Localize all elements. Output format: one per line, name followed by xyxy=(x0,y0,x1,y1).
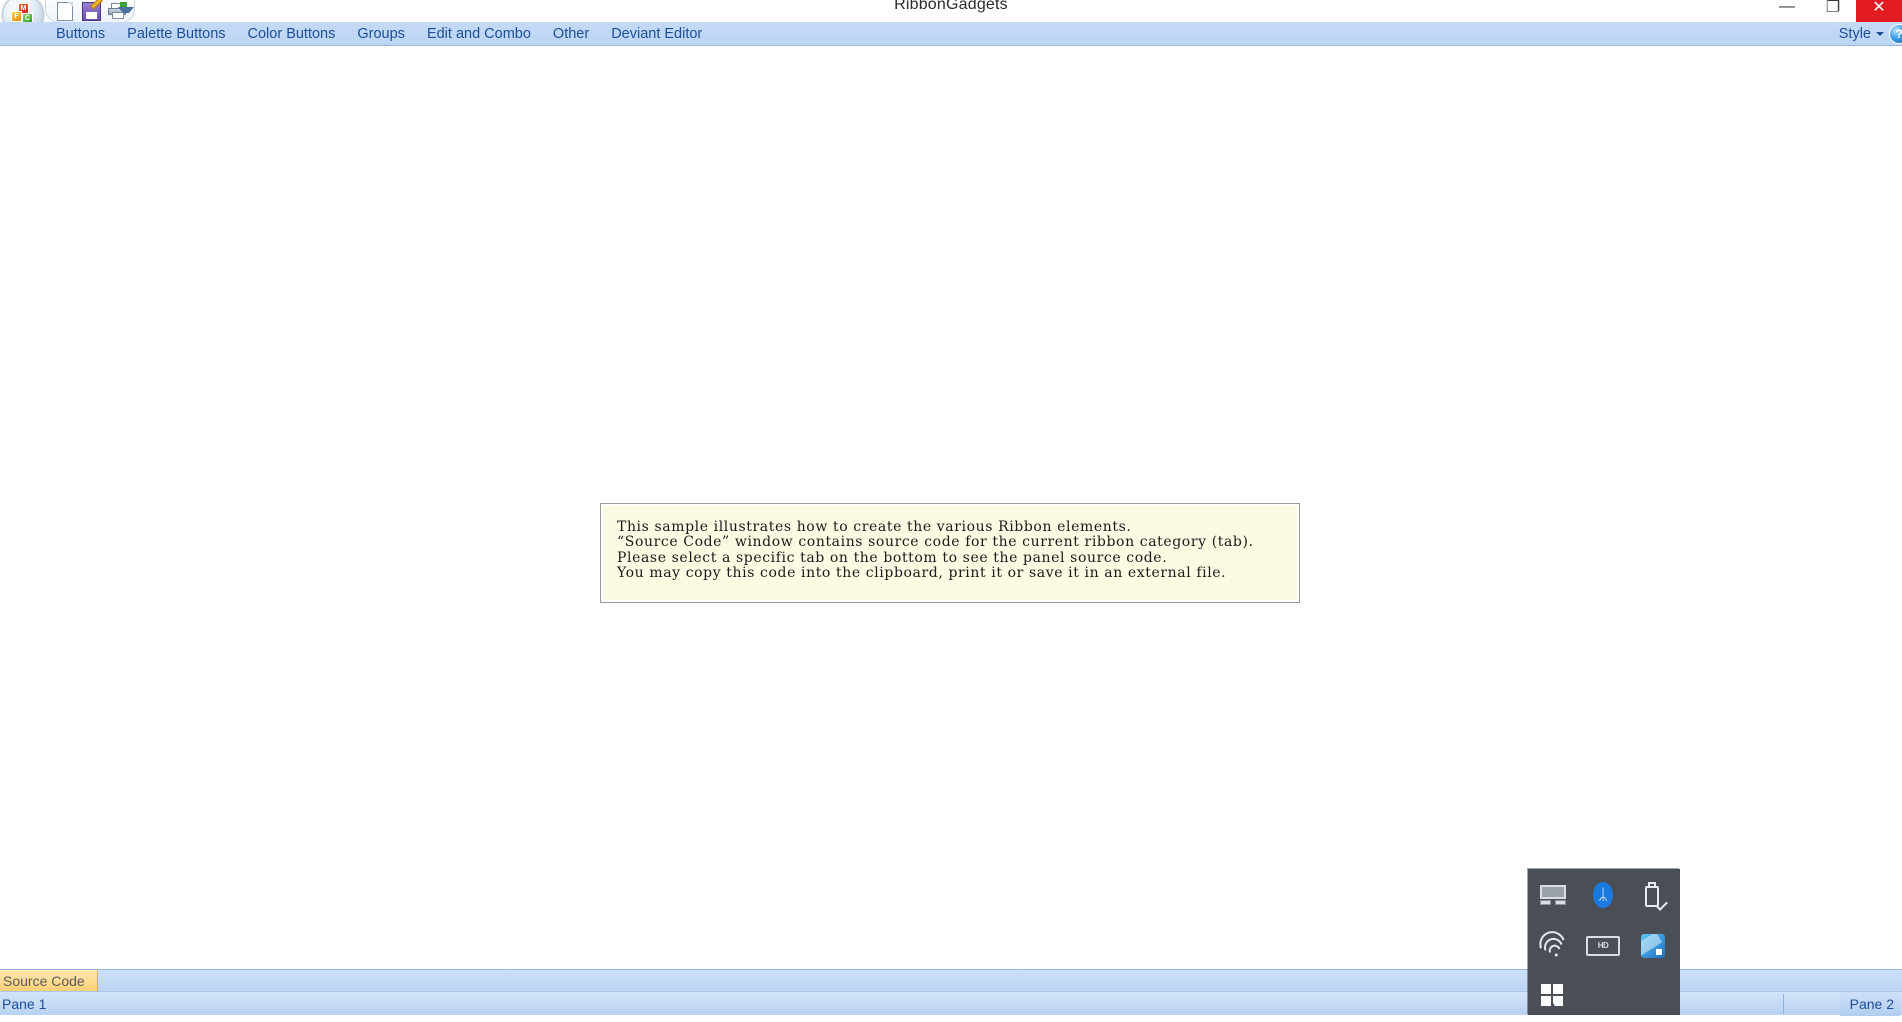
bluetooth-glyph: ᛦ xyxy=(1593,881,1613,908)
status-separator xyxy=(1783,994,1784,1014)
ribbon-right-controls: Style ? xyxy=(1839,22,1902,45)
system-tray-flyout: ᛦ HD xyxy=(1528,869,1680,1015)
tab-other[interactable]: Other xyxy=(542,23,600,45)
close-button[interactable]: ✕ xyxy=(1856,0,1902,22)
help-icon[interactable]: ? xyxy=(1889,23,1902,44)
status-pane-1: Pane 1 xyxy=(2,995,47,1012)
tray-row-3 xyxy=(1528,971,1680,1022)
blue-app-glyph xyxy=(1641,933,1665,958)
usb-eject-icon[interactable] xyxy=(1628,869,1678,920)
bluetooth-icon[interactable]: ᛦ xyxy=(1578,869,1628,920)
title-bar: M F C RibbonGadgets — ❐ ✕ xyxy=(0,0,1902,36)
tray-row-2: HD xyxy=(1528,920,1680,971)
message-line-4: You may copy this code into the clipboar… xyxy=(617,565,1227,582)
touchpad-icon[interactable] xyxy=(1528,869,1578,920)
tab-source-code[interactable]: Source Code xyxy=(0,970,98,992)
touchpad-glyph xyxy=(1540,884,1566,905)
usb-glyph xyxy=(1645,881,1668,911)
window-controls: — ❐ ✕ xyxy=(1764,0,1902,22)
tab-palette-buttons[interactable]: Palette Buttons xyxy=(116,23,236,45)
hd-badge-icon[interactable]: HD xyxy=(1578,920,1628,971)
banner-glyph xyxy=(1541,983,1565,1011)
message-line-2: “Source Code” window contains source cod… xyxy=(617,534,1254,551)
info-message-box: This sample illustrates how to create th… xyxy=(600,503,1300,603)
banner-icon[interactable] xyxy=(1528,971,1578,1022)
tab-deviant-editor[interactable]: Deviant Editor xyxy=(600,23,713,45)
tab-groups[interactable]: Groups xyxy=(346,23,416,45)
blue-app-icon[interactable] xyxy=(1628,920,1678,971)
style-dropdown-label[interactable]: Style xyxy=(1839,26,1871,42)
chevron-down-icon[interactable] xyxy=(1876,31,1884,36)
tray-row-1: ᛦ xyxy=(1528,869,1680,920)
message-line-1: This sample illustrates how to create th… xyxy=(617,519,1132,535)
status-pane-2: Pane 2 xyxy=(1839,992,1900,1016)
minimize-button[interactable]: — xyxy=(1764,0,1810,22)
window-title: RibbonGadgets xyxy=(894,0,1008,13)
wifi-glyph xyxy=(1535,926,1570,961)
tab-color-buttons[interactable]: Color Buttons xyxy=(237,23,347,45)
tab-buttons[interactable]: Buttons xyxy=(45,23,116,45)
wifi-icon[interactable] xyxy=(1528,920,1578,971)
ribbon-tab-strip: Buttons Palette Buttons Color Buttons Gr… xyxy=(0,22,1902,46)
restore-button[interactable]: ❐ xyxy=(1810,0,1856,22)
client-area: This sample illustrates how to create th… xyxy=(0,46,1902,969)
tab-edit-and-combo[interactable]: Edit and Combo xyxy=(416,23,542,45)
hd-badge-glyph: HD xyxy=(1586,935,1620,956)
message-line-3: Please select a specific tab on the bott… xyxy=(617,549,1168,566)
